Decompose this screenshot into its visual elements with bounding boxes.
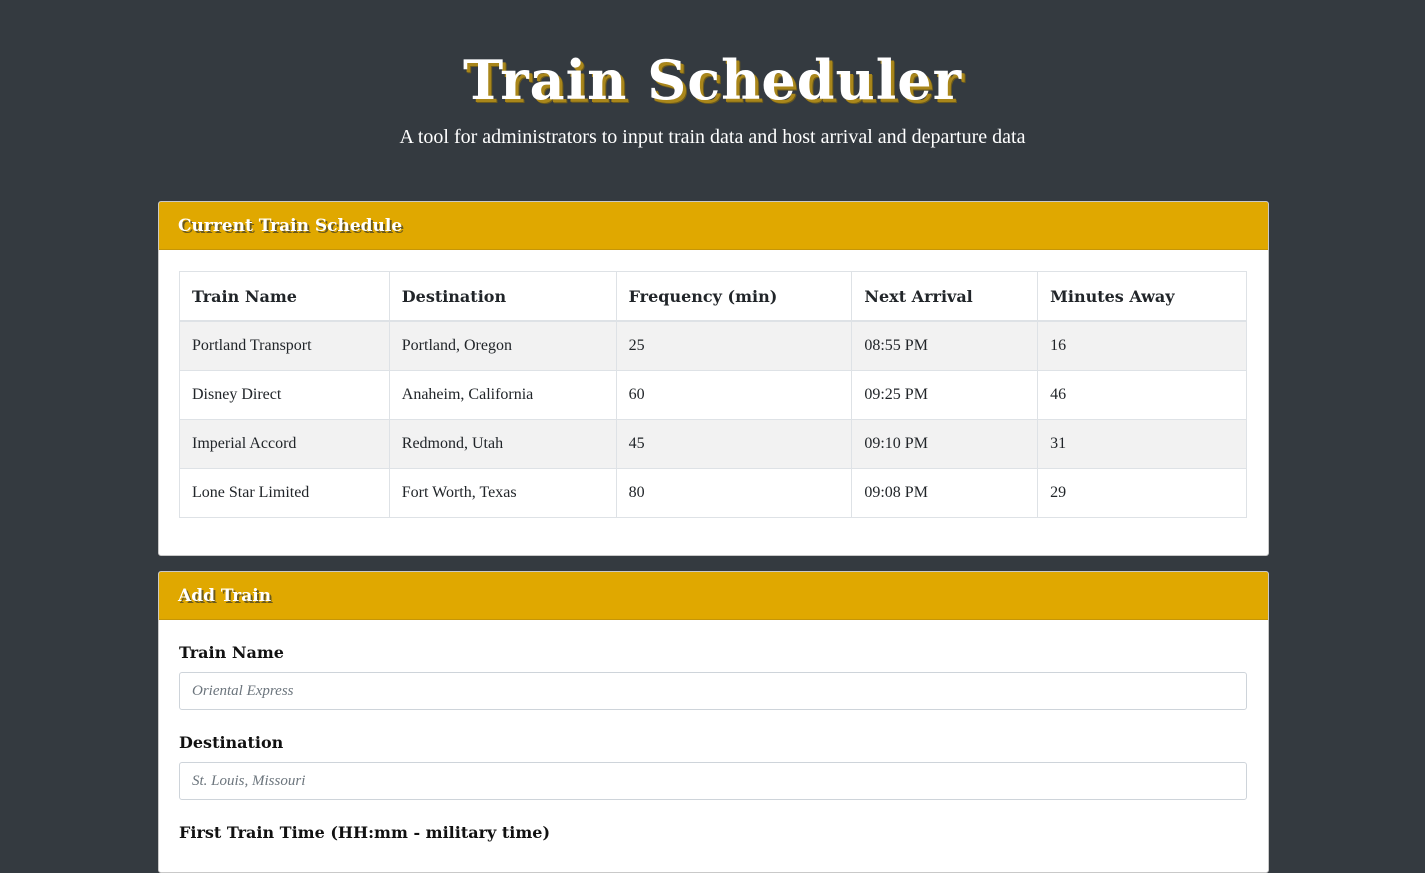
table-row: Imperial Accord Redmond, Utah 45 09:10 P… <box>179 419 1247 469</box>
cell-minutes-away: 31 <box>1037 419 1247 469</box>
cell-next-arrival: 08:55 PM <box>851 320 1039 371</box>
table-row: Disney Direct Anaheim, California 60 09:… <box>179 370 1247 420</box>
column-header-next-arrival: Next Arrival <box>851 271 1039 322</box>
schedule-table: Train Name Destination Frequency (min) N… <box>179 271 1247 518</box>
cell-train-name: Lone Star Limited <box>179 468 390 518</box>
table-row: Portland Transport Portland, Oregon 25 0… <box>179 320 1247 371</box>
cell-train-name: Portland Transport <box>179 320 390 371</box>
add-train-form: Train Name Destination First Train Time … <box>179 621 1247 852</box>
cell-destination: Portland, Oregon <box>388 320 617 371</box>
train-name-input[interactable] <box>179 672 1247 710</box>
column-header-minutes-away: Minutes Away <box>1037 271 1247 322</box>
cell-train-name: Imperial Accord <box>179 419 390 469</box>
table-header-row: Train Name Destination Frequency (min) N… <box>179 271 1247 322</box>
cell-destination: Anaheim, California <box>388 370 617 420</box>
destination-input[interactable] <box>179 762 1247 800</box>
schedule-card-header: Current Train Schedule <box>159 202 1268 250</box>
column-header-train-name: Train Name <box>179 271 390 322</box>
cell-next-arrival: 09:25 PM <box>851 370 1039 420</box>
page-title: Train Scheduler <box>462 48 963 112</box>
cell-minutes-away: 46 <box>1037 370 1247 420</box>
cell-frequency: 45 <box>615 419 853 469</box>
cell-next-arrival: 09:08 PM <box>851 468 1039 518</box>
cell-next-arrival: 09:10 PM <box>851 419 1039 469</box>
cell-destination: Redmond, Utah <box>388 419 617 469</box>
cell-destination: Fort Worth, Texas <box>388 468 617 518</box>
column-header-destination: Destination <box>388 271 617 322</box>
add-train-card: Add Train Train Name Destination First T… <box>158 571 1269 873</box>
train-name-label: Train Name <box>179 643 284 662</box>
cell-frequency: 25 <box>615 320 853 371</box>
column-header-frequency: Frequency (min) <box>615 271 853 322</box>
table-row: Lone Star Limited Fort Worth, Texas 80 0… <box>179 468 1247 518</box>
add-train-card-header: Add Train <box>159 572 1268 620</box>
cell-frequency: 60 <box>615 370 853 420</box>
cell-minutes-away: 29 <box>1037 468 1247 518</box>
cell-frequency: 80 <box>615 468 853 518</box>
schedule-card: Current Train Schedule Train Name Destin… <box>158 201 1269 556</box>
first-train-time-label: First Train Time (HH:mm - military time) <box>179 823 551 842</box>
page-subtitle: A tool for administrators to input train… <box>399 126 1026 148</box>
cell-train-name: Disney Direct <box>179 370 390 420</box>
destination-label: Destination <box>179 733 284 752</box>
cell-minutes-away: 16 <box>1037 320 1247 371</box>
